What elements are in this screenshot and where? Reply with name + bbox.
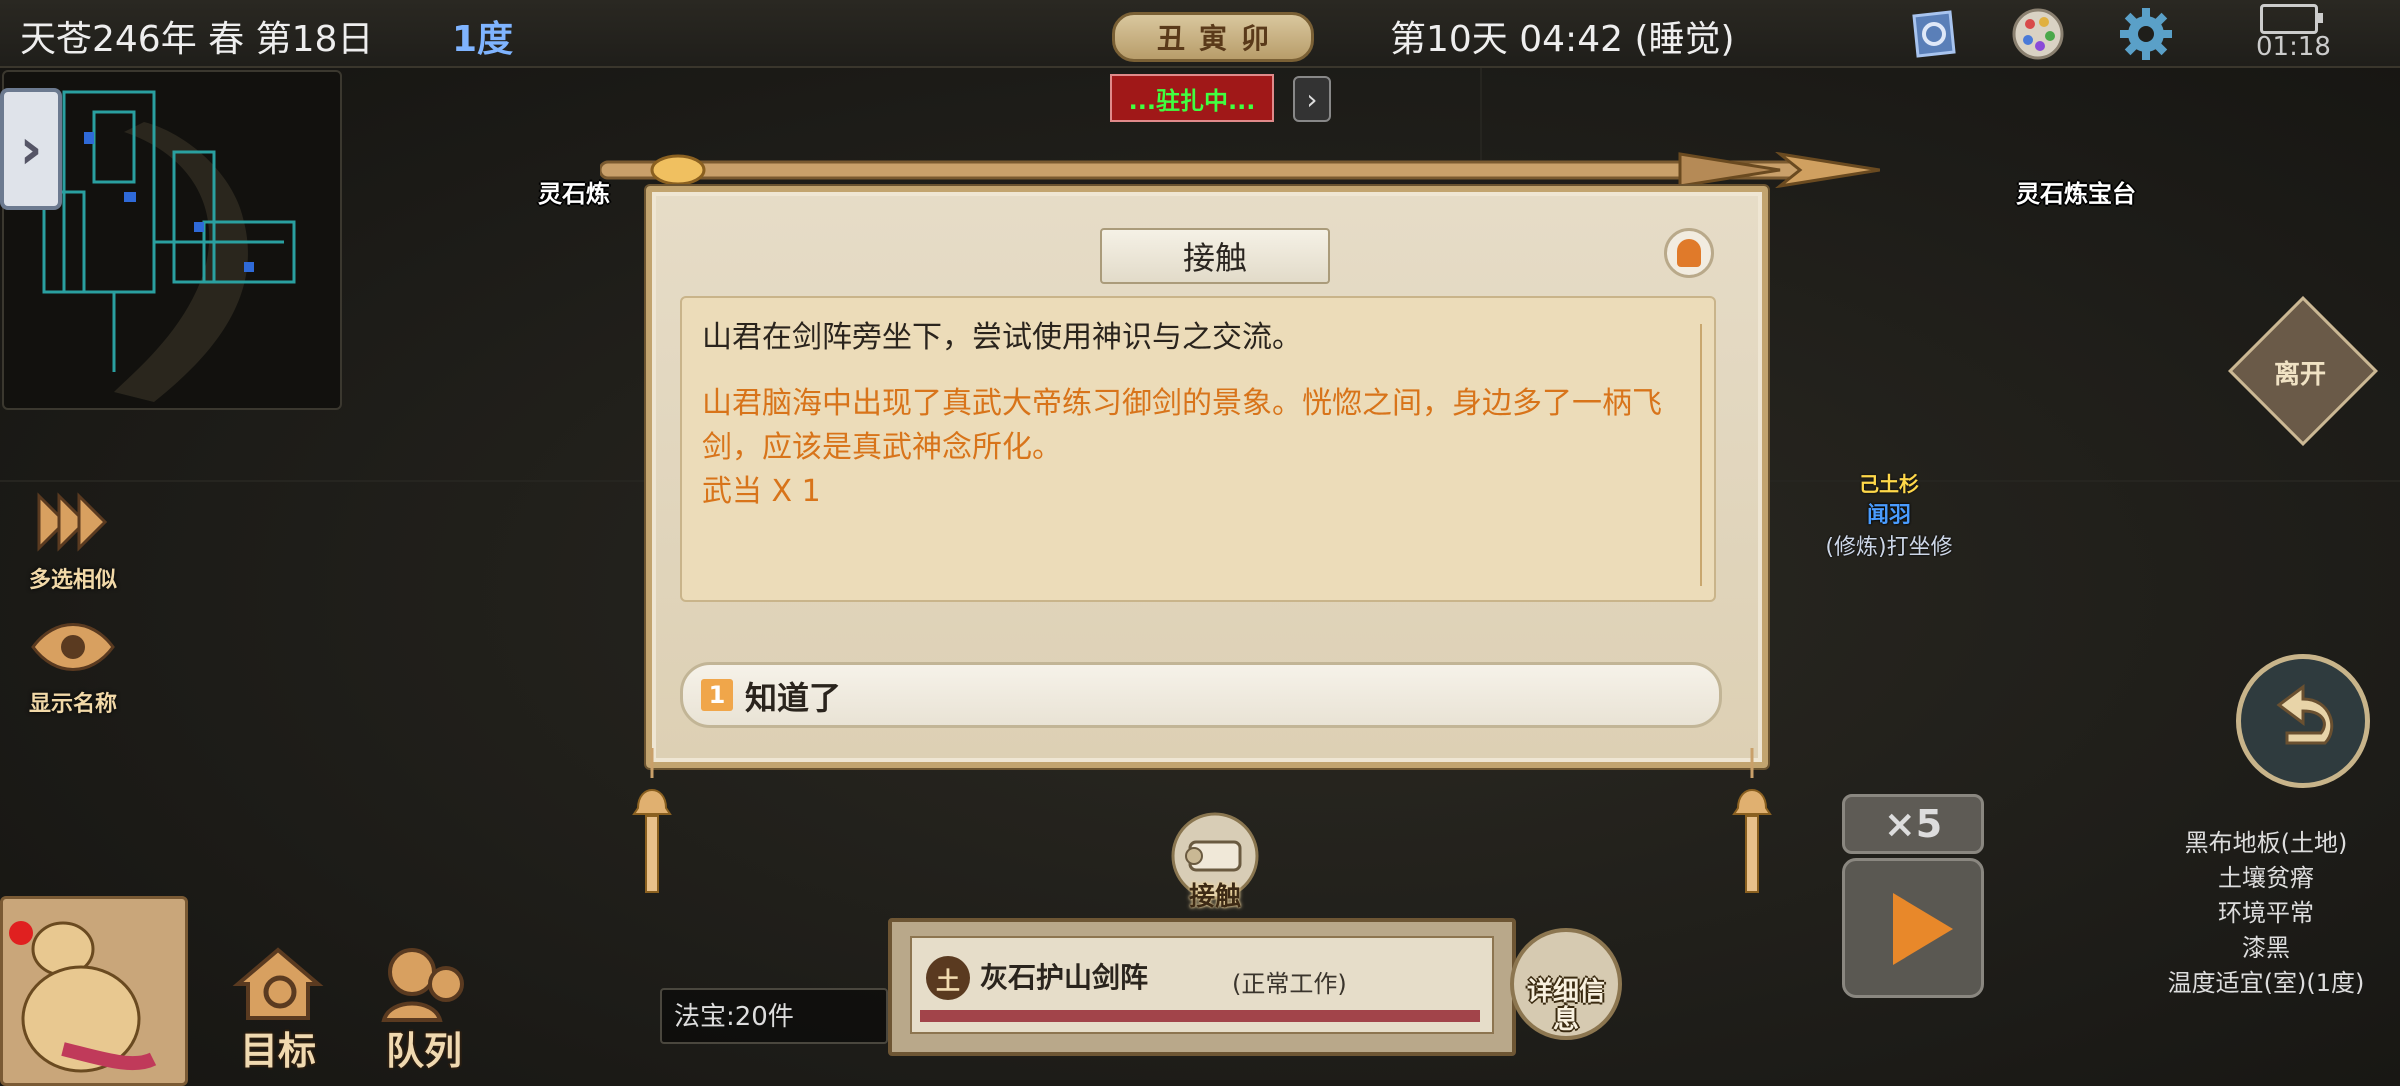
building-state: (正常工作): [1232, 970, 1347, 998]
team-label: 队列: [385, 1029, 462, 1073]
settings-gear-icon[interactable]: [2118, 6, 2174, 62]
minimap-toggle-button[interactable]: ›: [0, 88, 62, 210]
leave-button-label: 离开: [2273, 360, 2326, 390]
tile-info-line: 环境平常: [2218, 899, 2314, 927]
scroll-rod-icon: [600, 152, 1880, 188]
play-button[interactable]: [1842, 858, 1984, 998]
hour-label: 卯: [1241, 22, 1270, 55]
contact-action-label: 接触: [1188, 882, 1241, 912]
selected-building-panel[interactable]: 土 灰石护山剑阵 (正常工作): [888, 918, 1516, 1056]
gourd-item-button[interactable]: [0, 896, 188, 1086]
speed-multiplier-button[interactable]: ×5: [1842, 794, 1984, 854]
dialog-paragraph: 山君在剑阵旁坐下，尝试使用神识与之交流。: [702, 320, 1302, 355]
calendar-date: 天苍246年 春 第18日: [20, 19, 374, 60]
contact-action-button[interactable]: 接触: [1160, 812, 1270, 912]
team-people-icon: [381, 948, 464, 1022]
tile-info-line: 温度适宜(室)(1度): [2167, 969, 2365, 997]
tile-info-line: 黑布地板(土地): [2184, 829, 2348, 857]
building-durability-bar: [920, 1010, 1480, 1022]
npc-marker[interactable]: 己土杉 闻羽 (修炼)打坐修: [1814, 468, 1964, 561]
station-expand-button[interactable]: ›: [1293, 76, 1331, 122]
back-button[interactable]: [2236, 654, 2370, 788]
dialog-title: 接触: [1100, 228, 1330, 284]
day-time-readout: 第10天 04:42 (睡觉): [1390, 19, 1735, 60]
dialog-text-box[interactable]: 山君在剑阵旁坐下，尝试使用神识与之交流。 山君脑海中出现了真武大帝练习御剑的景象…: [680, 296, 1716, 602]
choice-number-badge: 1: [701, 679, 733, 711]
hour-label: 寅: [1198, 22, 1227, 55]
npc-name: 闻羽: [1866, 503, 1911, 528]
element-badge: 土: [926, 956, 970, 1000]
tile-info-line: 漆黑: [2242, 934, 2290, 962]
chevron-right-icon: ›: [19, 116, 43, 182]
treasure-count: 法宝:20件: [660, 988, 888, 1044]
palette-icon[interactable]: [2010, 6, 2066, 62]
stationed-status-plate[interactable]: ...驻扎中...: [1110, 74, 1274, 122]
dialog-choice-button[interactable]: 1 知道了: [680, 662, 1722, 728]
event-dialog: 接触 山君在剑阵旁坐下，尝试使用神识与之交流。 山君脑海中出现了真武大帝练习御剑…: [646, 186, 1768, 768]
skill-scroll-icon[interactable]: [1904, 6, 1960, 62]
map-gridline: [1480, 60, 1482, 160]
target-label: 目标: [239, 1029, 316, 1073]
tile-info-panel: 黑布地板(土地) 土壤贫瘠 环境平常 漆黑 温度适宜(室)(1度): [2156, 826, 2376, 1001]
details-button[interactable]: 详细信息: [1510, 928, 1622, 1040]
chevron-right-icon: ›: [1306, 82, 1318, 116]
temperature-readout: 1度: [452, 19, 514, 60]
gourd-icon: [9, 921, 157, 1073]
multi-select-label: 多选相似: [28, 568, 117, 593]
multi-select-arrows-icon: [37, 492, 108, 552]
character-avatar-button[interactable]: [1664, 228, 1714, 278]
hanging-bell-icon: [632, 748, 672, 893]
top-status-bar: 天苍246年 春 第18日 1度 丑 寅 卯 第10天 04:42 (睡觉) 0…: [0, 0, 2400, 68]
show-names-button[interactable]: 显示名称: [18, 612, 128, 718]
house-target-icon: [232, 947, 324, 1020]
play-icon: [1893, 893, 1953, 965]
building-name: 灰石护山剑阵: [980, 961, 1149, 994]
npc-element: 己土杉: [1859, 472, 1919, 496]
map-label-right: 灵石炼宝台: [2016, 180, 2136, 208]
multi-select-button[interactable]: 多选相似: [18, 488, 128, 594]
team-button[interactable]: 队列: [374, 944, 474, 1073]
npc-activity: (修炼)打坐修: [1825, 535, 1953, 560]
dialog-reward: 武当 X 1: [702, 474, 821, 509]
eye-icon: [31, 623, 115, 671]
building-info: 土 灰石护山剑阵 (正常工作): [910, 936, 1494, 1034]
hanging-bell-icon: [1732, 748, 1772, 893]
details-button-label: 详细信息: [1526, 977, 1605, 1035]
hour-label: 丑: [1156, 22, 1185, 55]
person-icon: [1677, 239, 1701, 267]
dialog-paragraph: 山君脑海中出现了真武大帝练习御剑的景象。恍惚之间，身边多了一柄飞剑，应该是真武神…: [702, 386, 1662, 465]
text-scrollbar[interactable]: [1700, 324, 1702, 586]
show-names-label: 显示名称: [28, 692, 117, 717]
system-clock: 01:18: [2256, 32, 2331, 62]
target-button[interactable]: 目标: [228, 944, 328, 1073]
tile-info-line: 土壤贫瘠: [2218, 864, 2314, 892]
battery-icon: [2260, 4, 2323, 34]
choice-label: 知道了: [745, 679, 842, 717]
undo-arrow-icon: [2276, 684, 2334, 745]
hour-plate[interactable]: 丑 寅 卯: [1112, 12, 1314, 62]
